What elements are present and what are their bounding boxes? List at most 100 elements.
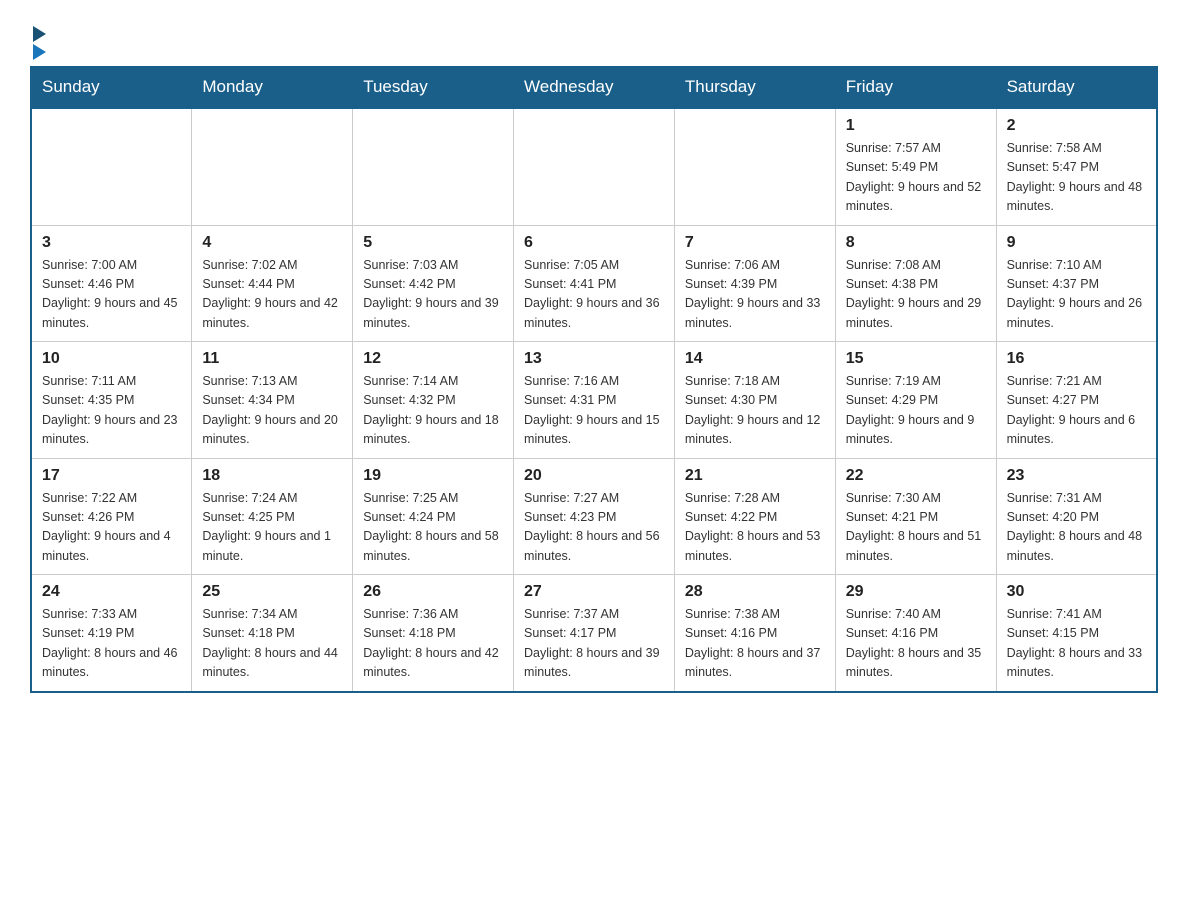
day-number: 21 bbox=[685, 467, 825, 485]
header-sunday: Sunday bbox=[31, 67, 192, 109]
day-number: 26 bbox=[363, 583, 503, 601]
week-row-4: 24 Sunrise: 7:33 AMSunset: 4:19 PMDayligh… bbox=[31, 575, 1157, 692]
calendar-cell: 5 Sunrise: 7:03 AMSunset: 4:42 PMDaylight… bbox=[353, 225, 514, 342]
day-info: Sunrise: 7:41 AMSunset: 4:15 PMDaylight:… bbox=[1007, 607, 1143, 679]
calendar-cell: 24 Sunrise: 7:33 AMSunset: 4:19 PMDayligh… bbox=[31, 575, 192, 692]
header-wednesday: Wednesday bbox=[514, 67, 675, 109]
week-row-2: 10 Sunrise: 7:11 AMSunset: 4:35 PMDayligh… bbox=[31, 342, 1157, 459]
day-info: Sunrise: 7:06 AMSunset: 4:39 PMDaylight:… bbox=[685, 258, 821, 330]
day-info: Sunrise: 7:40 AMSunset: 4:16 PMDaylight:… bbox=[846, 607, 982, 679]
header-thursday: Thursday bbox=[674, 67, 835, 109]
calendar-table: SundayMondayTuesdayWednesdayThursdayFrid… bbox=[30, 66, 1158, 693]
day-number: 10 bbox=[42, 350, 181, 368]
day-info: Sunrise: 7:28 AMSunset: 4:22 PMDaylight:… bbox=[685, 491, 821, 563]
day-info: Sunrise: 7:33 AMSunset: 4:19 PMDaylight:… bbox=[42, 607, 178, 679]
calendar-cell: 4Sunrise: 7:02 AMSunset: 4:44 PMDaylight… bbox=[192, 225, 353, 342]
day-info: Sunrise: 7:24 AMSunset: 4:25 PMDaylight:… bbox=[202, 491, 331, 563]
day-number: 28 bbox=[685, 583, 825, 601]
day-number: 22 bbox=[846, 467, 986, 485]
page-header bbox=[30, 20, 1158, 56]
day-info: Sunrise: 7:25 AMSunset: 4:24 PMDaylight:… bbox=[363, 491, 499, 563]
calendar-cell: 30 Sunrise: 7:41 AMSunset: 4:15 PMDayligh… bbox=[996, 575, 1157, 692]
day-info: Sunrise: 7:36 AMSunset: 4:18 PMDaylight:… bbox=[363, 607, 499, 679]
day-number: 1 bbox=[846, 117, 986, 135]
calendar-cell: 10 Sunrise: 7:11 AMSunset: 4:35 PMDayligh… bbox=[31, 342, 192, 459]
day-number: 15 bbox=[846, 350, 986, 368]
header-saturday: Saturday bbox=[996, 67, 1157, 109]
calendar-cell: 20 Sunrise: 7:27 AMSunset: 4:23 PMDayligh… bbox=[514, 458, 675, 575]
day-number: 20 bbox=[524, 467, 664, 485]
day-number: 2 bbox=[1007, 117, 1146, 135]
day-number: 8 bbox=[846, 234, 986, 252]
day-number: 18 bbox=[202, 467, 342, 485]
day-info: Sunrise: 7:27 AMSunset: 4:23 PMDaylight:… bbox=[524, 491, 660, 563]
day-info: Sunrise: 7:38 AMSunset: 4:16 PMDaylight:… bbox=[685, 607, 821, 679]
day-number: 5 bbox=[363, 234, 503, 252]
calendar-cell: 26 Sunrise: 7:36 AMSunset: 4:18 PMDayligh… bbox=[353, 575, 514, 692]
calendar-cell: 17 Sunrise: 7:22 AMSunset: 4:26 PMDayligh… bbox=[31, 458, 192, 575]
day-number: 29 bbox=[846, 583, 986, 601]
calendar-header-row: SundayMondayTuesdayWednesdayThursdayFrid… bbox=[31, 67, 1157, 109]
calendar-cell: 28 Sunrise: 7:38 AMSunset: 4:16 PMDayligh… bbox=[674, 575, 835, 692]
week-row-0: 1 Sunrise: 7:57 AMSunset: 5:49 PMDaylight… bbox=[31, 108, 1157, 225]
day-info: Sunrise: 7:05 AMSunset: 4:41 PMDaylight:… bbox=[524, 258, 660, 330]
calendar-cell: 19 Sunrise: 7:25 AMSunset: 4:24 PMDayligh… bbox=[353, 458, 514, 575]
day-info: Sunrise: 7:03 AMSunset: 4:42 PMDaylight:… bbox=[363, 258, 499, 330]
day-info: Sunrise: 7:00 AMSunset: 4:46 PMDaylight:… bbox=[42, 258, 178, 330]
day-info: Sunrise: 7:14 AMSunset: 4:32 PMDaylight:… bbox=[363, 374, 499, 446]
day-number: 7 bbox=[685, 234, 825, 252]
day-number: 9 bbox=[1007, 234, 1146, 252]
day-info: Sunrise: 7:18 AMSunset: 4:30 PMDaylight:… bbox=[685, 374, 821, 446]
day-number: 11 bbox=[202, 350, 342, 368]
day-number: 4 bbox=[202, 234, 342, 252]
calendar-cell: 1 Sunrise: 7:57 AMSunset: 5:49 PMDaylight… bbox=[835, 108, 996, 225]
calendar-cell: 14 Sunrise: 7:18 AMSunset: 4:30 PMDayligh… bbox=[674, 342, 835, 459]
calendar-cell: 12 Sunrise: 7:14 AMSunset: 4:32 PMDayligh… bbox=[353, 342, 514, 459]
week-row-3: 17 Sunrise: 7:22 AMSunset: 4:26 PMDayligh… bbox=[31, 458, 1157, 575]
day-number: 30 bbox=[1007, 583, 1146, 601]
day-info: Sunrise: 7:19 AMSunset: 4:29 PMDaylight:… bbox=[846, 374, 975, 446]
calendar-cell: 13 Sunrise: 7:16 AMSunset: 4:31 PMDayligh… bbox=[514, 342, 675, 459]
header-tuesday: Tuesday bbox=[353, 67, 514, 109]
day-info: Sunrise: 7:08 AMSunset: 4:38 PMDaylight:… bbox=[846, 258, 982, 330]
calendar-cell: 27 Sunrise: 7:37 AMSunset: 4:17 PMDayligh… bbox=[514, 575, 675, 692]
day-number: 12 bbox=[363, 350, 503, 368]
calendar-cell: 11 Sunrise: 7:13 AMSunset: 4:34 PMDayligh… bbox=[192, 342, 353, 459]
day-info: Sunrise: 7:37 AMSunset: 4:17 PMDaylight:… bbox=[524, 607, 660, 679]
day-number: 19 bbox=[363, 467, 503, 485]
day-info: Sunrise: 7:11 AMSunset: 4:35 PMDaylight:… bbox=[42, 374, 178, 446]
calendar-cell: 29 Sunrise: 7:40 AMSunset: 4:16 PMDayligh… bbox=[835, 575, 996, 692]
day-info: Sunrise: 7:13 AMSunset: 4:34 PMDaylight:… bbox=[202, 374, 338, 446]
day-number: 16 bbox=[1007, 350, 1146, 368]
day-info: Sunrise: 7:16 AMSunset: 4:31 PMDaylight:… bbox=[524, 374, 660, 446]
calendar-cell: 7 Sunrise: 7:06 AMSunset: 4:39 PMDaylight… bbox=[674, 225, 835, 342]
calendar-cell: 21 Sunrise: 7:28 AMSunset: 4:22 PMDayligh… bbox=[674, 458, 835, 575]
day-info: Sunrise: 7:22 AMSunset: 4:26 PMDaylight:… bbox=[42, 491, 171, 563]
calendar-cell bbox=[31, 108, 192, 225]
day-number: 27 bbox=[524, 583, 664, 601]
calendar-cell: 6 Sunrise: 7:05 AMSunset: 4:41 PMDaylight… bbox=[514, 225, 675, 342]
day-info: Sunrise: 7:30 AMSunset: 4:21 PMDaylight:… bbox=[846, 491, 982, 563]
day-number: 24 bbox=[42, 583, 181, 601]
day-info: Sunrise: 7:57 AMSunset: 5:49 PMDaylight:… bbox=[846, 141, 982, 213]
day-number: 13 bbox=[524, 350, 664, 368]
calendar-cell: 22 Sunrise: 7:30 AMSunset: 4:21 PMDayligh… bbox=[835, 458, 996, 575]
day-info: Sunrise: 7:58 AMSunset: 5:47 PMDaylight:… bbox=[1007, 141, 1143, 213]
calendar-cell: 2 Sunrise: 7:58 AMSunset: 5:47 PMDaylight… bbox=[996, 108, 1157, 225]
header-friday: Friday bbox=[835, 67, 996, 109]
day-number: 6 bbox=[524, 234, 664, 252]
day-number: 25 bbox=[202, 583, 342, 601]
calendar-cell bbox=[192, 108, 353, 225]
calendar-cell bbox=[674, 108, 835, 225]
day-number: 14 bbox=[685, 350, 825, 368]
day-number: 23 bbox=[1007, 467, 1146, 485]
calendar-cell: 23Sunrise: 7:31 AMSunset: 4:20 PMDayligh… bbox=[996, 458, 1157, 575]
day-number: 17 bbox=[42, 467, 181, 485]
calendar-cell bbox=[514, 108, 675, 225]
calendar-cell: 15 Sunrise: 7:19 AMSunset: 4:29 PMDayligh… bbox=[835, 342, 996, 459]
day-info: Sunrise: 7:21 AMSunset: 4:27 PMDaylight:… bbox=[1007, 374, 1136, 446]
calendar-cell: 9Sunrise: 7:10 AMSunset: 4:37 PMDaylight… bbox=[996, 225, 1157, 342]
logo bbox=[30, 20, 46, 56]
calendar-cell: 8 Sunrise: 7:08 AMSunset: 4:38 PMDaylight… bbox=[835, 225, 996, 342]
calendar-cell: 25Sunrise: 7:34 AMSunset: 4:18 PMDayligh… bbox=[192, 575, 353, 692]
